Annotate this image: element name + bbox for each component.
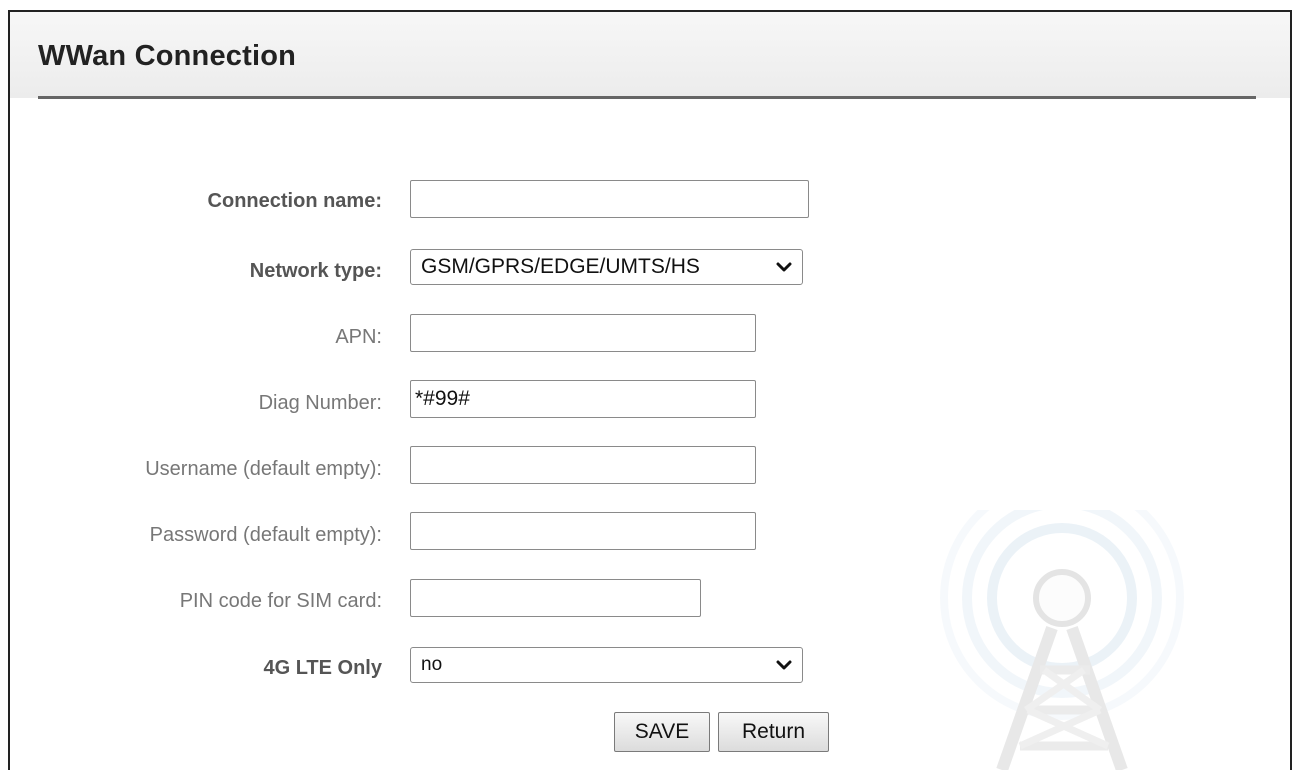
save-button[interactable]: SAVE <box>614 712 710 752</box>
username-label: Username (default empty): <box>145 458 382 480</box>
lte-only-label: 4G LTE Only <box>263 657 382 679</box>
diag-number-input[interactable] <box>410 380 756 418</box>
apn-label: APN: <box>335 326 382 348</box>
page-title: WWan Connection <box>38 40 297 72</box>
radio-tower-icon <box>940 510 1184 770</box>
return-button[interactable]: Return <box>718 712 829 752</box>
connection-name-label: Connection name: <box>207 190 382 212</box>
page-header: WWan Connection <box>10 12 1290 98</box>
lte-only-selected: no <box>421 654 443 675</box>
password-input[interactable] <box>410 512 756 550</box>
network-type-selected: GSM/GPRS/EDGE/UMTS/HS <box>421 255 700 278</box>
apn-input[interactable] <box>410 314 756 352</box>
password-label: Password (default empty): <box>149 524 382 546</box>
chevron-down-icon <box>776 262 792 272</box>
network-type-select[interactable]: GSM/GPRS/EDGE/UMTS/HS <box>410 249 803 285</box>
page-frame: WWan Connection Connection name: Network… <box>8 10 1292 770</box>
pin-code-label: PIN code for SIM card: <box>179 590 382 612</box>
pin-code-input[interactable] <box>410 579 701 617</box>
connection-name-input[interactable] <box>410 180 809 218</box>
lte-only-select[interactable]: no <box>410 647 803 683</box>
username-input[interactable] <box>410 446 756 484</box>
chevron-down-icon <box>776 660 792 670</box>
title-divider <box>38 96 1256 99</box>
network-type-label: Network type: <box>249 260 382 282</box>
diag-number-label: Diag Number: <box>258 392 382 414</box>
